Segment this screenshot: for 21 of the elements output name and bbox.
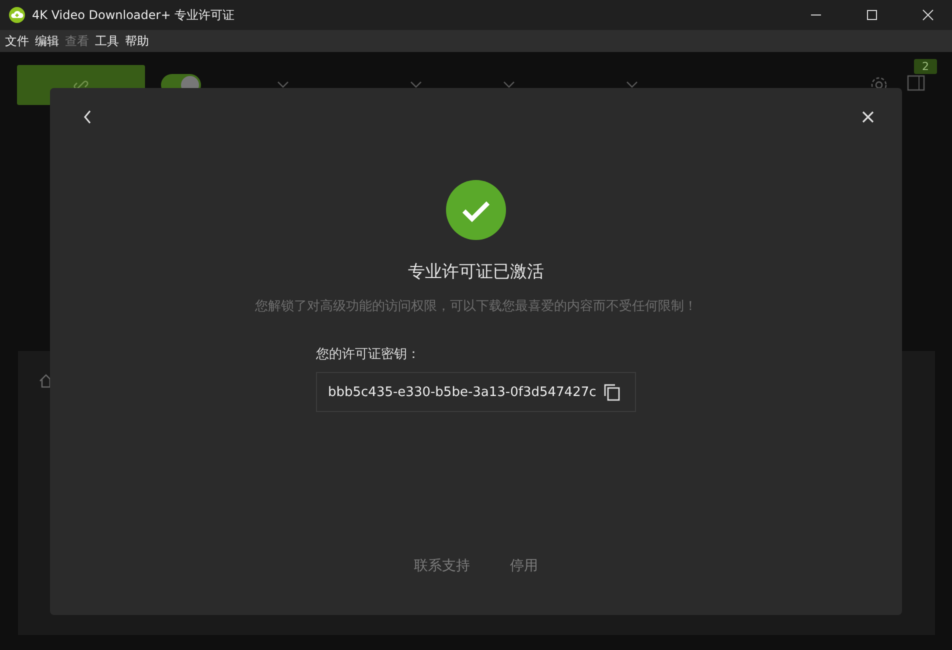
menu-item[interactable]: 文件 [5, 32, 29, 50]
copy-icon[interactable] [603, 383, 621, 401]
maximize-icon[interactable] [866, 9, 878, 21]
chevron-down-icon[interactable] [626, 81, 638, 89]
menu-item[interactable]: 工具 [95, 32, 119, 50]
window-title: 4K Video Downloader+ 专业许可证 [32, 6, 235, 24]
chevron-down-icon[interactable] [277, 81, 289, 89]
close-icon[interactable] [862, 111, 874, 123]
close-icon[interactable] [922, 9, 934, 21]
chevron-down-icon[interactable] [410, 81, 422, 89]
panel-icon[interactable] [907, 75, 925, 91]
count-badge: 2 [914, 59, 937, 74]
chevron-down-icon[interactable] [503, 81, 515, 89]
dialog-message: 您解锁了对高级功能的访问权限，可以下载您最喜爱的内容而不受任何限制！ [255, 298, 697, 315]
app-logo-icon [9, 7, 25, 23]
menu-item[interactable]: 编辑 [35, 32, 59, 50]
menu-item[interactable]: 帮助 [125, 32, 149, 50]
license-key-field[interactable]: bbb5c435-e330-b5be-3a13-0f3d547427c [316, 372, 636, 412]
license-key-label: 您的许可证密钥： [316, 346, 421, 363]
success-check-icon [446, 180, 506, 240]
dialog-title: 专业许可证已激活 [408, 261, 544, 283]
